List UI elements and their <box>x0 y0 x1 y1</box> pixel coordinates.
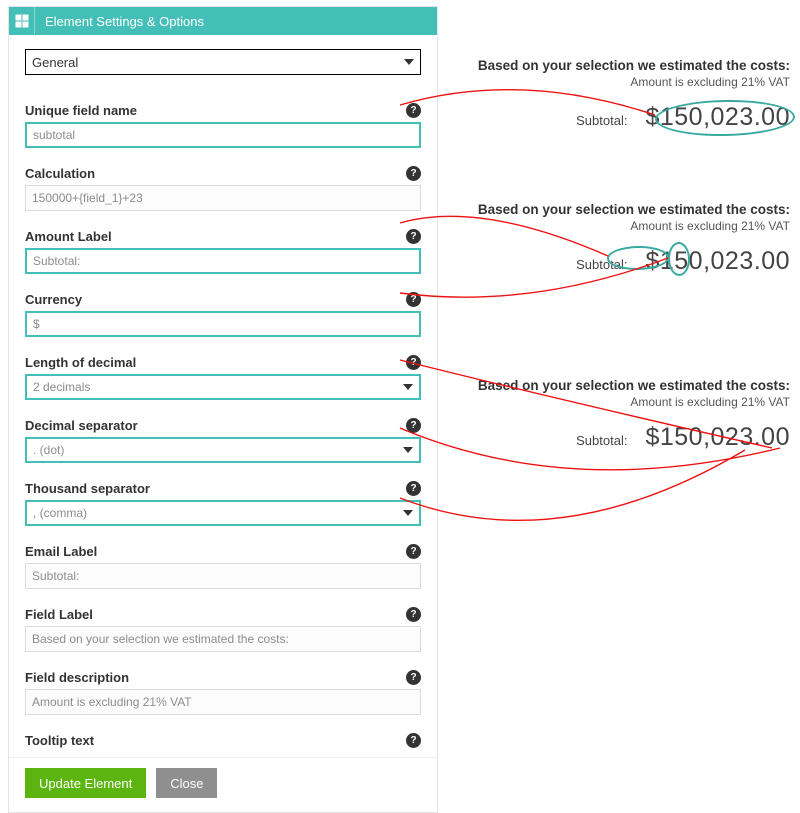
preview-heading: Based on your selection we estimated the… <box>460 378 790 393</box>
preview-sub: Amount is excluding 21% VAT <box>460 219 790 233</box>
label-dec-sep: Decimal separator <box>25 418 138 433</box>
preview-card-1: Based on your selection we estimated the… <box>460 58 790 132</box>
input-unique-name[interactable] <box>25 122 421 148</box>
help-icon[interactable]: ? <box>406 481 421 496</box>
settings-scroll-area[interactable]: Unique field name ? Calculation ? Amount… <box>25 85 429 757</box>
label-currency: Currency <box>25 292 82 307</box>
help-icon[interactable]: ? <box>406 355 421 370</box>
grid-icon <box>9 7 35 35</box>
preview-card-3: Based on your selection we estimated the… <box>460 378 790 452</box>
input-currency[interactable] <box>25 311 421 337</box>
preview-sub: Amount is excluding 21% VAT <box>460 395 790 409</box>
label-field-desc: Field description <box>25 670 129 685</box>
label-decimals: Length of decimal <box>25 355 136 370</box>
preview-label: Subtotal: <box>576 257 627 272</box>
preview-label: Subtotal: <box>576 113 627 128</box>
label-tooltip: Tooltip text <box>25 733 94 748</box>
help-icon[interactable]: ? <box>406 607 421 622</box>
help-icon[interactable]: ? <box>406 670 421 685</box>
help-icon[interactable]: ? <box>406 229 421 244</box>
settings-panel: Element Settings & Options General Uniqu… <box>8 6 438 813</box>
input-calculation[interactable] <box>25 185 421 211</box>
preview-amount: $150,023.00 <box>645 423 790 452</box>
preview-heading: Based on your selection we estimated the… <box>460 58 790 73</box>
help-icon[interactable]: ? <box>406 544 421 559</box>
select-decimals[interactable]: 2 decimals <box>25 374 421 400</box>
select-tho-sep[interactable]: , (comma) <box>25 500 421 526</box>
label-tho-sep: Thousand separator <box>25 481 150 496</box>
panel-header: Element Settings & Options <box>9 7 437 35</box>
label-calculation: Calculation <box>25 166 95 181</box>
preview-amount: $150,023.00 <box>645 103 790 132</box>
help-icon[interactable]: ? <box>406 292 421 307</box>
help-icon[interactable]: ? <box>406 103 421 118</box>
preview-heading: Based on your selection we estimated the… <box>460 202 790 217</box>
help-icon[interactable]: ? <box>406 418 421 433</box>
label-email-label: Email Label <box>25 544 97 559</box>
preview-sub: Amount is excluding 21% VAT <box>460 75 790 89</box>
input-field-label[interactable] <box>25 626 421 652</box>
help-icon[interactable]: ? <box>406 166 421 181</box>
preview-label: Subtotal: <box>576 433 627 448</box>
preview-amount: $150,023.00 <box>645 247 790 276</box>
input-email-label[interactable] <box>25 563 421 589</box>
label-unique-name: Unique field name <box>25 103 137 118</box>
section-select[interactable]: General <box>25 49 421 75</box>
close-button[interactable]: Close <box>156 768 217 798</box>
input-field-desc[interactable] <box>25 689 421 715</box>
input-amount-label[interactable] <box>25 248 421 274</box>
help-icon[interactable]: ? <box>406 733 421 748</box>
label-amount-label: Amount Label <box>25 229 112 244</box>
preview-card-2: Based on your selection we estimated the… <box>460 202 790 276</box>
update-button[interactable]: Update Element <box>25 768 146 798</box>
panel-title: Element Settings & Options <box>35 14 204 29</box>
select-dec-sep[interactable]: . (dot) <box>25 437 421 463</box>
label-field-label: Field Label <box>25 607 93 622</box>
